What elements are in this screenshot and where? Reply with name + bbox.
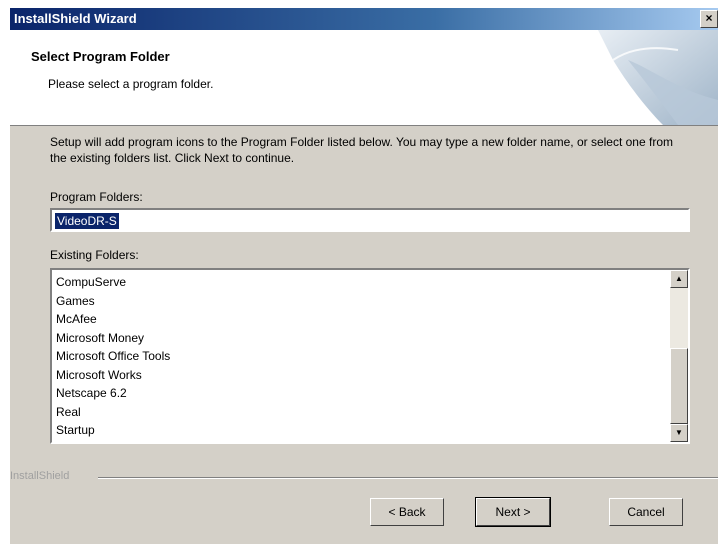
list-scrollbar[interactable]: ▲ ▼ <box>670 270 688 442</box>
list-item[interactable]: Games <box>56 292 170 311</box>
list-item[interactable]: Real <box>56 403 170 422</box>
instructions-text: Setup will add program icons to the Prog… <box>50 135 673 165</box>
list-item[interactable]: Startup <box>56 421 170 440</box>
back-button[interactable]: < Back <box>370 498 444 526</box>
list-item[interactable]: McAfee <box>56 310 170 329</box>
wizard-header: Select Program Folder Please select a pr… <box>10 30 718 126</box>
cancel-button[interactable]: Cancel <box>609 498 683 526</box>
program-folder-input[interactable]: VideoDR-S <box>50 208 690 232</box>
existing-folders-list[interactable]: CompuServe Games McAfee Microsoft Money Micr… <box>50 268 690 444</box>
folder-items: CompuServe Games McAfee Microsoft Money Micr… <box>56 273 170 440</box>
program-folders-label: Program Folders: <box>50 190 143 204</box>
next-button[interactable]: Next > <box>475 497 551 527</box>
scroll-up-arrow-icon: ▲ <box>675 274 683 283</box>
list-item[interactable]: CompuServe <box>56 273 170 292</box>
list-item[interactable]: Netscape 6.2 <box>56 384 170 403</box>
installshield-brand: InstallShield <box>10 470 70 482</box>
wizard-graphic-icon <box>598 30 718 125</box>
close-icon: × <box>705 11 713 25</box>
window-title: InstallShield Wizard <box>14 11 137 26</box>
header-title: Select Program Folder <box>31 49 170 64</box>
scroll-down-arrow-icon: ▼ <box>675 428 683 437</box>
scroll-up-button[interactable]: ▲ <box>670 270 688 288</box>
close-button[interactable]: × <box>700 10 718 28</box>
program-folder-value: VideoDR-S <box>55 213 119 229</box>
list-item[interactable]: Microsoft Works <box>56 366 170 385</box>
title-bar[interactable]: InstallShield Wizard × <box>10 8 718 30</box>
scroll-down-button[interactable]: ▼ <box>670 424 688 442</box>
list-item[interactable]: Microsoft Money <box>56 329 170 348</box>
installshield-window: InstallShield Wizard × Select Program Fo… <box>10 8 718 544</box>
list-item[interactable]: Microsoft Office Tools <box>56 347 170 366</box>
footer-divider <box>98 477 718 479</box>
existing-folders-label: Existing Folders: <box>50 248 139 262</box>
scroll-thumb[interactable] <box>670 348 688 424</box>
header-subtitle: Please select a program folder. <box>48 77 214 91</box>
